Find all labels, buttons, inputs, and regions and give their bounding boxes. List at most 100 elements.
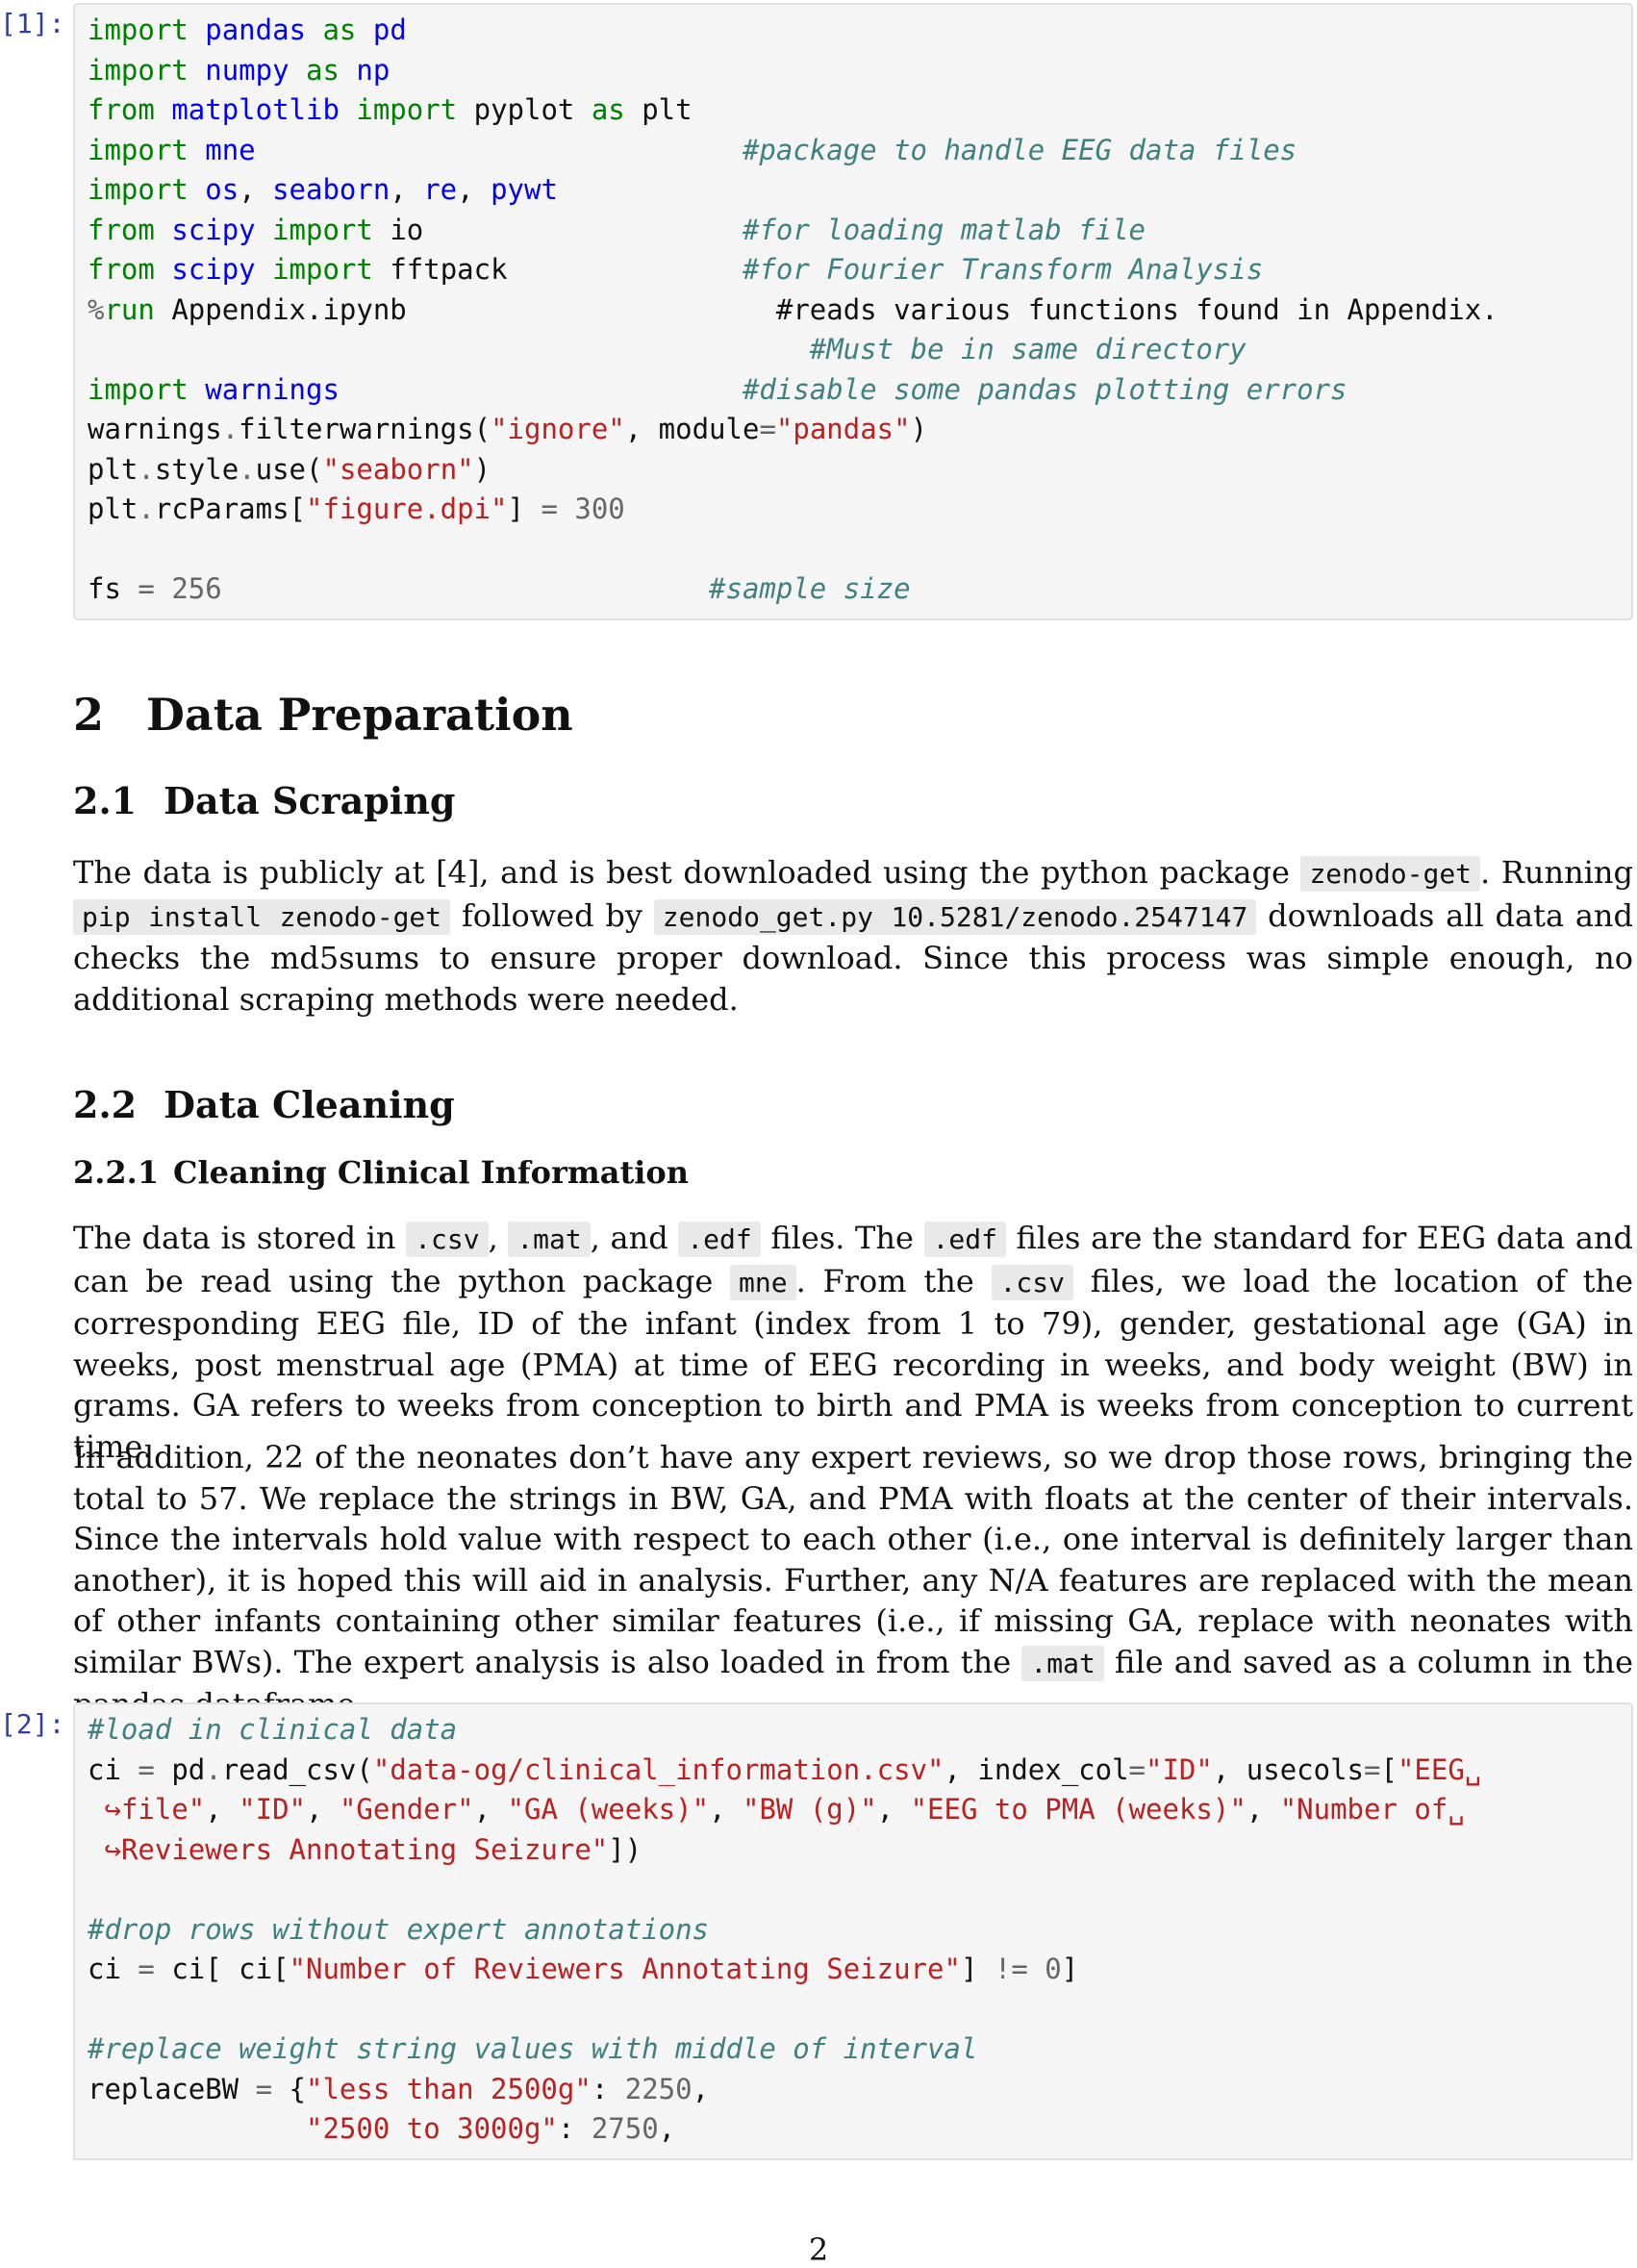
- code-string: "Gender": [339, 1793, 474, 1826]
- code-string: "Number of: [1279, 1793, 1448, 1826]
- code-token: import: [356, 93, 458, 126]
- code-string: "2500 to 3000g": [305, 2112, 558, 2145]
- code-token: as: [306, 53, 340, 87]
- code-token: [: [1380, 1752, 1398, 1786]
- code-token: read_csv(: [221, 1752, 373, 1786]
- inline-code: .csv: [406, 1222, 489, 1257]
- code-token: .: [138, 452, 155, 486]
- code-token: pandas: [205, 13, 306, 46]
- code-string: "figure.dpi": [306, 492, 508, 525]
- line-wrap-marker: ␣: [1464, 1752, 1482, 1786]
- code-token: ,: [473, 1793, 508, 1826]
- code-string: "data-og/clinical_information.csv": [372, 1752, 944, 1786]
- code-token: scipy: [171, 253, 256, 286]
- paragraph-text: The data is publicly at [4], and is best…: [73, 854, 1301, 891]
- code-comment: #Must be in same directory: [809, 333, 1247, 365]
- cell-prompt-1: [1]:: [0, 8, 65, 39]
- code-token: ,: [658, 2112, 676, 2145]
- paragraph-text: ,: [488, 1220, 509, 1256]
- code-token: replaceBW: [88, 2072, 256, 2105]
- inline-code: mne: [730, 1264, 796, 1300]
- code-token: .: [205, 1752, 222, 1786]
- code-token: %: [88, 292, 105, 326]
- document-page: [1]: import pandas as pd import numpy as…: [0, 0, 1637, 2268]
- inline-code: .edf: [678, 1222, 761, 1257]
- code-token: =: [1364, 1752, 1381, 1786]
- code-token: import: [272, 213, 373, 246]
- code-string: Reviewers Annotating Seizure": [120, 1832, 609, 1866]
- code-comment: #disable some pandas plotting errors: [742, 372, 1347, 406]
- code-token: ,: [1246, 1793, 1280, 1826]
- inline-code: zenodo_get.py 10.5281/zenodo.2547147: [653, 898, 1257, 935]
- code-comment: #drop rows without expert annotations: [88, 1912, 710, 1946]
- code-cell-2[interactable]: #load in clinical data ci = pd.read_csv(…: [73, 1702, 1633, 2160]
- code-string: "Number of Reviewers Annotating Seizure": [289, 1953, 961, 1985]
- code-token: .: [221, 413, 239, 445]
- code-token: ,: [692, 2072, 710, 2105]
- inline-code: .csv: [991, 1264, 1073, 1300]
- paragraph-cleaning-1: The data is stored in .csv, .mat, and .e…: [73, 1218, 1633, 1467]
- code-token: numpy: [205, 53, 290, 87]
- code-token: !=: [994, 1953, 1028, 1985]
- code-token: ]: [960, 1953, 995, 1985]
- subsection-heading-2-1: 2.1 Data Scraping: [73, 779, 455, 822]
- code-token: ,: [205, 1793, 239, 1826]
- code-token: from: [88, 253, 155, 286]
- code-comment: #sample size: [709, 572, 911, 605]
- paragraph-text: The data is stored in: [73, 1220, 407, 1256]
- code-token: run: [104, 292, 155, 326]
- code-number: 2250: [624, 2072, 693, 2105]
- code-token: ): [910, 413, 928, 445]
- inline-code: .mat: [1021, 1645, 1104, 1681]
- paragraph-text: followed by: [450, 896, 654, 934]
- code-token: import: [88, 173, 189, 206]
- code-string: "seaborn": [322, 452, 474, 486]
- section-number: 2: [73, 689, 105, 741]
- inline-code: .edf: [923, 1222, 1006, 1257]
- code-token: Appendix.ipynb: [154, 292, 407, 326]
- line-wrap-marker: ␣: [1448, 1793, 1465, 1826]
- code-string: "ignore": [491, 413, 625, 445]
- code-string: "GA (weeks)": [507, 1793, 710, 1826]
- code-token: np: [356, 53, 390, 87]
- code-comment: #reads various functions found in Append…: [775, 292, 1498, 326]
- code-comment: #for loading matlab file: [742, 213, 1146, 246]
- code-token: plt: [88, 492, 139, 525]
- code-token: :: [557, 2112, 592, 2145]
- code-token: io: [372, 213, 424, 246]
- code-token: warnings: [88, 413, 222, 445]
- code-number: 2750: [591, 2112, 659, 2145]
- inline-code: .mat: [508, 1222, 591, 1257]
- code-token: rcParams[: [154, 492, 306, 525]
- code-token: import: [88, 13, 189, 46]
- code-token: plt: [624, 93, 693, 126]
- code-token: ,: [457, 173, 491, 206]
- code-string: "less than 2500g": [306, 2072, 592, 2105]
- section-number: 2.2: [73, 1083, 138, 1126]
- code-token: =: [255, 2072, 273, 2105]
- code-string: "BW (g)": [742, 1793, 877, 1826]
- code-token: filterwarnings(: [239, 413, 491, 445]
- code-token: .: [239, 452, 256, 486]
- code-token: =: [1128, 1752, 1146, 1786]
- code-token: ,: [239, 173, 273, 206]
- paragraph-data-scraping: The data is publicly at [4], and is best…: [73, 852, 1633, 1020]
- code-cell-1[interactable]: import pandas as pd import numpy as np f…: [73, 3, 1633, 620]
- code-token: pyplot: [457, 93, 592, 126]
- code-token: ,: [876, 1793, 911, 1826]
- code-token: pd: [372, 13, 407, 46]
- code-token: =: [759, 413, 776, 445]
- code-token: ,: [709, 1793, 743, 1826]
- code-token: as: [591, 93, 625, 126]
- section-title: Data Cleaning: [164, 1083, 455, 1126]
- code-token: style: [154, 452, 239, 486]
